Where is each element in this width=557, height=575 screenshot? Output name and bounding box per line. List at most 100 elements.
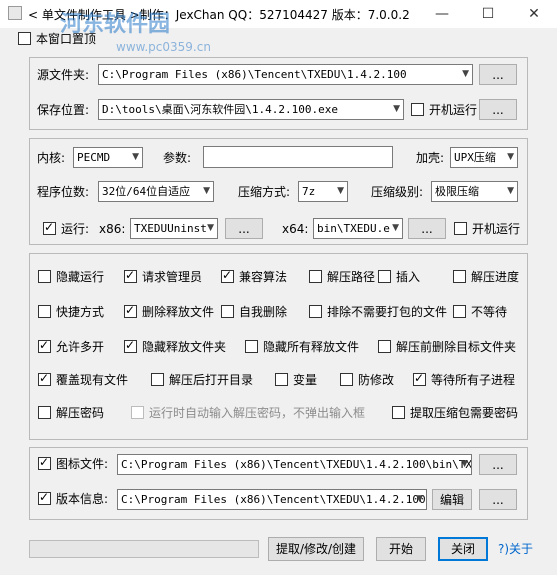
option-checkbox[interactable]	[124, 303, 137, 318]
chevron-down-icon: ▼	[416, 494, 423, 504]
option-label: 解压密码	[56, 406, 105, 420]
option-checkbox[interactable]	[340, 373, 353, 386]
option-label: 隐藏所有释放文件	[263, 340, 360, 354]
chevron-down-icon: ▼	[507, 152, 514, 162]
option-checkbox[interactable]	[378, 270, 391, 283]
save-startup-option[interactable]: 开机运行	[411, 102, 479, 118]
about-link[interactable]: ?)关于	[498, 542, 533, 556]
browse-version-button[interactable]: ...	[479, 489, 517, 510]
chevron-down-icon: ▼	[392, 223, 399, 233]
browse-icon-button[interactable]: ...	[479, 454, 517, 475]
save-location-label: 保存位置:	[37, 103, 90, 117]
version-info-option[interactable]: 版本信息:	[38, 490, 118, 507]
always-on-top-checkbox[interactable]	[18, 32, 31, 45]
x64-combo[interactable]: bin\TXEDU.e ▼	[313, 218, 403, 239]
save-location-combo[interactable]: D:\tools\桌面\河东软件园\1.4.2.100.exe ▼	[98, 99, 404, 120]
compress-level-label: 压缩级别:	[371, 185, 424, 199]
run-checkbox[interactable]	[43, 220, 56, 235]
chevron-down-icon: ▼	[203, 186, 210, 196]
option-label: 解压进度	[471, 270, 520, 284]
shell-label: 加壳:	[416, 151, 445, 165]
progress-bar	[29, 540, 259, 558]
option-label: 排除不需要打包的文件	[327, 305, 448, 319]
start-button[interactable]: 开始	[376, 537, 426, 561]
option-label: 兼容算法	[239, 270, 288, 284]
option-checkbox[interactable]	[392, 406, 405, 419]
x86-combo[interactable]: TXEDUUninst ▼	[130, 218, 218, 239]
option-label: 运行时自动输入解压密码，不弹出输入框	[149, 406, 366, 420]
option-checkbox[interactable]	[309, 270, 322, 283]
icon-file-checkbox[interactable]	[38, 455, 51, 470]
bits-combo[interactable]: 32位/64位自适应 ▼	[98, 181, 214, 202]
app-icon	[8, 6, 22, 20]
x64-label: x64:	[282, 222, 309, 236]
option-checkbox[interactable]	[151, 373, 164, 386]
source-folder-value: C:\Program Files (x86)\Tencent\TXEDU\1.4…	[102, 68, 407, 81]
option-checkbox[interactable]	[453, 270, 466, 283]
icon-file-value: C:\Program Files (x86)\Tencent\TXEDU\1.4…	[121, 458, 471, 471]
option-checkbox[interactable]	[221, 268, 234, 283]
run-option[interactable]: 运行:	[43, 220, 93, 237]
option-checkbox[interactable]	[245, 340, 258, 353]
option-checkbox[interactable]	[413, 371, 426, 386]
watermark-url: www.pc0359.cn	[116, 40, 211, 54]
browse-x86-button[interactable]: ...	[225, 218, 263, 239]
option-label: 不等待	[471, 305, 508, 319]
option-checkbox[interactable]	[38, 406, 51, 419]
option-label: 提取压缩包需要密码	[410, 406, 519, 420]
icon-file-combo[interactable]: C:\Program Files (x86)\Tencent\TXEDU\1.4…	[117, 454, 472, 475]
option-checkbox[interactable]	[124, 268, 137, 283]
option-checkbox[interactable]	[38, 305, 51, 318]
shell-combo[interactable]: UPX压缩 ▼	[450, 147, 518, 168]
maximize-button[interactable]: ☐	[465, 0, 511, 28]
chevron-down-icon: ▼	[337, 186, 344, 196]
source-folder-label: 源文件夹:	[37, 68, 90, 82]
minimize-button[interactable]: —	[419, 0, 465, 28]
option-checkbox[interactable]	[378, 340, 391, 353]
option-checkbox[interactable]	[38, 371, 51, 386]
params-input[interactable]	[203, 146, 393, 168]
compress-level-combo[interactable]: 极限压缩 ▼	[431, 181, 518, 202]
source-folder-combo[interactable]: C:\Program Files (x86)\Tencent\TXEDU\1.4…	[98, 64, 473, 85]
compress-level-value: 极限压缩	[435, 185, 479, 198]
option-label: 删除释放文件	[142, 305, 215, 319]
browse-source-button[interactable]: ...	[479, 64, 517, 85]
option-checkbox[interactable]	[38, 270, 51, 283]
version-info-combo[interactable]: C:\Program Files (x86)\Tencent\TXEDU\1.4…	[117, 489, 427, 510]
run-label: 运行:	[61, 222, 90, 236]
compress-method-label: 压缩方式:	[238, 185, 291, 199]
icon-file-option[interactable]: 图标文件:	[38, 455, 118, 472]
compress-method-combo[interactable]: 7z ▼	[298, 181, 348, 202]
run-startup-checkbox[interactable]	[454, 222, 467, 235]
edit-version-button[interactable]: 编辑	[432, 489, 472, 510]
kernel-label: 内核:	[37, 151, 66, 165]
option-checkbox	[131, 406, 144, 419]
option-checkbox[interactable]	[453, 305, 466, 318]
kernel-combo[interactable]: PECMD ▼	[73, 147, 143, 168]
option-checkbox[interactable]	[124, 338, 137, 353]
save-startup-label: 开机运行	[429, 103, 478, 117]
close-button[interactable]: 关闭	[438, 537, 488, 561]
x86-value: TXEDUUninst	[134, 222, 207, 235]
option-checkbox[interactable]	[309, 305, 322, 318]
option-checkbox[interactable]	[275, 373, 288, 386]
version-info-checkbox[interactable]	[38, 490, 51, 505]
chevron-down-icon: ▼	[461, 459, 468, 469]
save-startup-checkbox[interactable]	[411, 103, 424, 116]
option-label: 变量	[293, 373, 318, 387]
extract-modify-create-button[interactable]: 提取/修改/创建	[268, 537, 364, 561]
option-label: 隐藏运行	[56, 270, 105, 284]
option-label: 自我删除	[239, 305, 288, 319]
version-info-label: 版本信息:	[56, 492, 109, 506]
run-startup-option[interactable]: 开机运行	[454, 221, 522, 237]
chevron-down-icon: ▼	[207, 223, 214, 233]
option-label: 请求管理员	[142, 270, 203, 284]
browse-save-button[interactable]: ...	[479, 99, 517, 120]
option-label: 解压后打开目录	[169, 373, 254, 387]
x64-value: bin\TXEDU.e	[317, 222, 390, 235]
option-checkbox[interactable]	[38, 338, 51, 353]
option-checkbox[interactable]	[221, 305, 234, 318]
close-window-button[interactable]: ✕	[511, 0, 557, 28]
save-location-value: D:\tools\桌面\河东软件园\1.4.2.100.exe	[102, 103, 338, 116]
browse-x64-button[interactable]: ...	[408, 218, 446, 239]
